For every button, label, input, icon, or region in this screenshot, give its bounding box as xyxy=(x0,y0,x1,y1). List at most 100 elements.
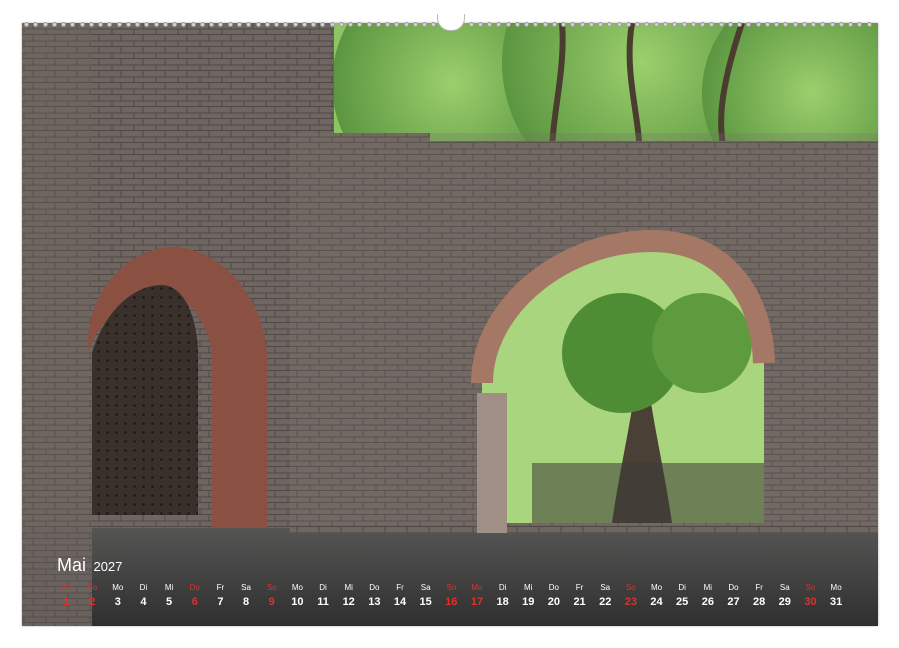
weekday-label: Sa xyxy=(241,583,251,592)
binding-hole xyxy=(255,22,261,27)
day-cell: Di 25 xyxy=(670,583,695,611)
day-number: 25 xyxy=(676,596,689,608)
day-number: 16 xyxy=(445,596,458,608)
weekday-label: So xyxy=(805,583,816,592)
month-year: 2027 xyxy=(93,559,123,574)
day-number: 1 xyxy=(63,596,70,608)
binding-hole xyxy=(616,22,622,27)
binding-hole xyxy=(764,22,770,27)
day-number: 10 xyxy=(291,596,304,608)
binding-hole xyxy=(635,22,641,27)
weekday-label: Fr xyxy=(575,583,584,592)
day-cell: Mo 31 xyxy=(824,583,849,611)
binding-hole xyxy=(477,22,483,27)
weekday-label: Mi xyxy=(703,583,713,592)
binding-hole xyxy=(107,22,113,27)
day-cell: Fr 21 xyxy=(567,583,592,611)
binding-hole xyxy=(542,22,548,27)
binding-hole xyxy=(61,22,67,27)
day-number: 29 xyxy=(778,596,791,608)
day-number: 6 xyxy=(191,596,198,608)
day-number: 23 xyxy=(624,596,637,608)
day-cell: Do 13 xyxy=(362,583,387,611)
binding-hole xyxy=(98,22,104,27)
day-cell: Mo 10 xyxy=(285,583,310,611)
weekday-label: Mo xyxy=(291,583,303,592)
day-number: 27 xyxy=(727,596,740,608)
binding-hole xyxy=(162,22,168,27)
binding-hole xyxy=(811,22,817,27)
weekday-label: Do xyxy=(189,583,200,592)
day-cell: Sa 29 xyxy=(772,583,797,611)
day-number: 18 xyxy=(496,596,509,608)
weekday-label: Mo xyxy=(830,583,842,592)
binding-hole xyxy=(681,22,687,27)
day-number: 14 xyxy=(393,596,407,608)
binding-hole xyxy=(51,22,57,27)
day-cell: Sa 1 xyxy=(54,583,79,611)
weekday-label: Di xyxy=(678,583,686,592)
binding-hole xyxy=(144,22,150,27)
binding-hole xyxy=(514,22,520,27)
day-cell: Sa 15 xyxy=(413,583,438,611)
day-number: 5 xyxy=(166,596,173,608)
weekday-label: Do xyxy=(369,583,380,592)
binding-hole xyxy=(755,22,761,27)
binding-hole xyxy=(709,22,715,27)
day-number: 30 xyxy=(804,596,817,608)
day-cell: Mi 26 xyxy=(695,583,720,611)
binding-hole xyxy=(598,22,604,27)
day-cell: Mo 17 xyxy=(464,583,489,611)
binding-hole xyxy=(246,22,252,27)
calendar-page: Mai 2027 Sa 1 So 2 Mo 3 Di 4 Mi 5 Do 6 Fr 7 Sa 8 So 9 Mo 10… xyxy=(0,0,899,648)
weekday-label: So xyxy=(87,583,98,592)
weekday-label: So xyxy=(446,583,457,592)
weekday-label: So xyxy=(625,583,636,592)
binding-hole xyxy=(227,22,233,27)
day-cell: Mo 3 xyxy=(105,583,130,611)
binding-hole xyxy=(551,22,557,27)
day-cell: Sa 22 xyxy=(593,583,618,611)
binding-hole xyxy=(838,22,844,27)
weekday-label: Fr xyxy=(755,583,763,592)
binding-hole xyxy=(190,22,196,27)
binding-hole xyxy=(209,22,215,27)
binding-hole xyxy=(505,22,511,27)
weekday-label: Do xyxy=(548,583,560,592)
day-number: 28 xyxy=(753,596,766,608)
binding-hole xyxy=(394,22,400,27)
weekday-label: Do xyxy=(728,583,739,592)
binding-hole xyxy=(857,22,863,27)
day-number: 31 xyxy=(829,596,843,608)
binding-hole xyxy=(385,22,391,27)
day-number: 24 xyxy=(650,596,663,608)
weekday-label: Mi xyxy=(164,583,174,592)
day-cell: So 9 xyxy=(259,583,284,611)
binding-hole xyxy=(283,22,289,27)
day-cell: Sa 8 xyxy=(234,583,259,611)
day-cell: Mo 24 xyxy=(644,583,669,611)
binding-hole xyxy=(848,22,854,27)
binding-hole xyxy=(311,22,317,27)
day-number: 4 xyxy=(140,596,147,608)
weekday-label: So xyxy=(266,583,277,592)
binding-hole xyxy=(218,22,224,27)
castle-gate-photo xyxy=(22,23,878,626)
day-cell: Do 27 xyxy=(721,583,746,611)
binding-hole xyxy=(422,22,428,27)
weekday-label: Sa xyxy=(600,583,611,592)
binding-hole xyxy=(366,22,372,27)
binding-hole xyxy=(783,22,789,27)
binding-hole xyxy=(70,22,76,27)
binding-hole xyxy=(468,22,474,27)
binding-hole xyxy=(579,22,585,27)
day-number: 15 xyxy=(419,596,432,608)
binding-hole xyxy=(329,22,335,27)
weekday-label: Di xyxy=(319,583,327,592)
binding-hole xyxy=(375,22,381,27)
day-number: 9 xyxy=(268,596,275,608)
calendar-day-strip: Sa 1 So 2 Mo 3 Di 4 Mi 5 Do 6 Fr 7 Sa 8 So 9 Mo 10 Di 11 Mi 12 D… xyxy=(54,583,849,613)
binding-hole xyxy=(125,22,131,27)
month-name: Mai xyxy=(57,555,87,575)
day-cell: Fr 14 xyxy=(387,583,412,611)
